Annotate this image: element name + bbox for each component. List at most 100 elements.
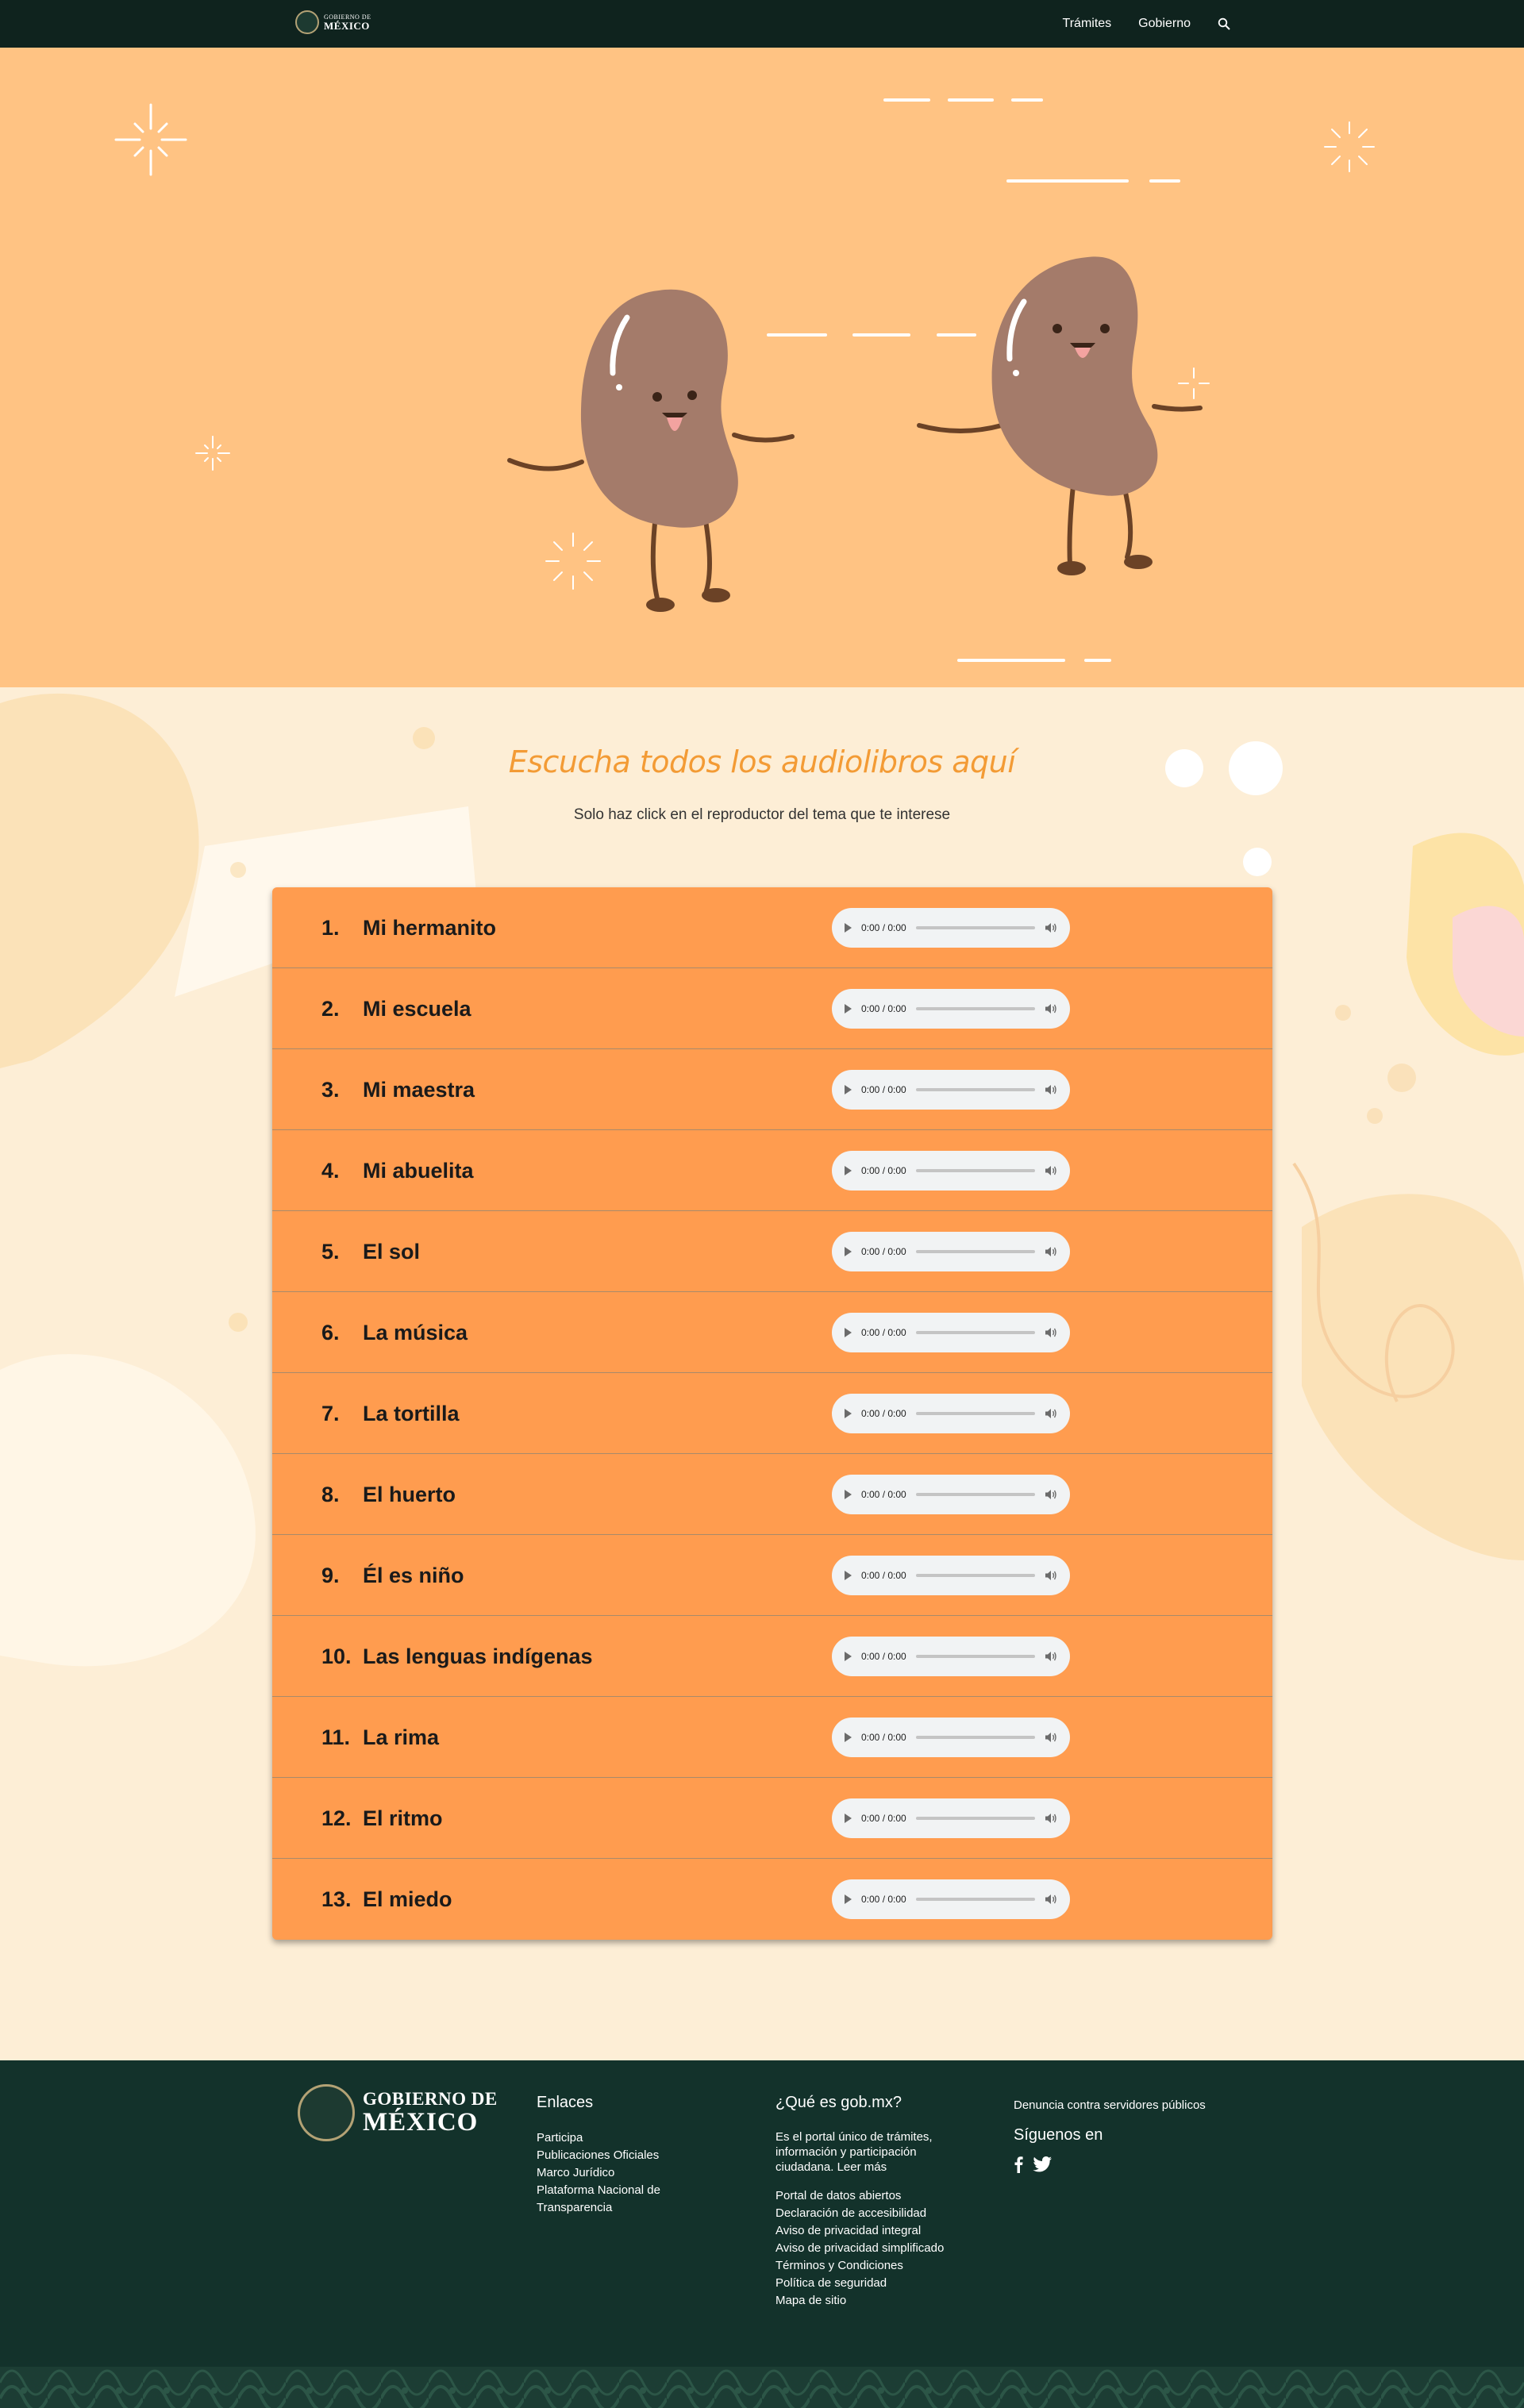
audiobook-title: El miedo <box>363 1887 452 1911</box>
audiobook-row: 1. Mi hermanito 0:00 / 0:00 <box>272 887 1272 968</box>
play-icon[interactable] <box>845 1247 852 1256</box>
volume-icon[interactable] <box>1045 1165 1057 1176</box>
play-icon[interactable] <box>845 923 852 933</box>
play-icon[interactable] <box>845 1490 852 1499</box>
audiobook-title: Mi maestra <box>363 1078 475 1102</box>
volume-icon[interactable] <box>1045 1246 1057 1257</box>
burst-icon <box>1324 121 1375 172</box>
audio-player[interactable]: 0:00 / 0:00 <box>832 1313 1070 1352</box>
audiobook-number: 3. <box>321 1078 340 1102</box>
gobierno-logo[interactable]: GOBIERNO DE MÉXICO <box>295 10 371 34</box>
audio-progress-bar[interactable] <box>915 1088 1035 1091</box>
footer-link-marco-juridico[interactable]: Marco Jurídico <box>537 2164 695 2182</box>
audiobook-title: Mi hermanito <box>363 916 497 940</box>
audiobook-title: Mi abuelita <box>363 1159 474 1183</box>
audio-player[interactable]: 0:00 / 0:00 <box>832 1879 1070 1919</box>
footer-link-plataforma[interactable]: Plataforma Nacional de <box>537 2182 695 2199</box>
audio-player[interactable]: 0:00 / 0:00 <box>832 989 1070 1029</box>
play-icon[interactable] <box>845 1166 852 1175</box>
audio-player[interactable]: 0:00 / 0:00 <box>832 908 1070 948</box>
audio-time: 0:00 / 0:00 <box>861 1084 906 1095</box>
section-title: Escucha todos los audiolibros aquí <box>508 744 1016 779</box>
volume-icon[interactable] <box>1045 922 1057 933</box>
play-icon[interactable] <box>845 1085 852 1094</box>
audiobook-title: Él es niño <box>363 1564 464 1587</box>
audio-time: 0:00 / 0:00 <box>861 1327 906 1338</box>
top-navbar: GOBIERNO DE MÉXICO Trámites Gobierno <box>0 0 1524 48</box>
footer-link-privacidad-integral[interactable]: Aviso de privacidad integral <box>775 2222 982 2240</box>
audio-player[interactable]: 0:00 / 0:00 <box>832 1637 1070 1676</box>
audiobook-number: 12. <box>321 1806 352 1830</box>
audio-player[interactable]: 0:00 / 0:00 <box>832 1394 1070 1433</box>
audio-progress-bar[interactable] <box>915 1007 1035 1010</box>
audio-progress-bar[interactable] <box>915 1817 1035 1820</box>
volume-icon[interactable] <box>1045 1813 1057 1824</box>
audio-progress-bar[interactable] <box>915 1493 1035 1496</box>
play-icon[interactable] <box>845 1571 852 1580</box>
volume-icon[interactable] <box>1045 1732 1057 1743</box>
siguenos-heading: Síguenos en <box>1014 2126 1103 2144</box>
footer-link-participa[interactable]: Participa <box>537 2129 695 2147</box>
audio-time: 0:00 / 0:00 <box>861 1570 906 1581</box>
play-icon[interactable] <box>845 1894 852 1904</box>
audio-progress-bar[interactable] <box>915 1898 1035 1901</box>
audiobook-row: 2. Mi escuela 0:00 / 0:00 <box>272 968 1272 1049</box>
audio-progress-bar[interactable] <box>915 1736 1035 1739</box>
footer-link-transparencia[interactable]: Transparencia <box>537 2199 695 2217</box>
audio-progress-bar[interactable] <box>915 1412 1035 1415</box>
audiobook-title: La tortilla <box>363 1402 460 1425</box>
audio-player[interactable]: 0:00 / 0:00 <box>832 1475 1070 1514</box>
audiobook-title: El sol <box>363 1240 421 1264</box>
volume-icon[interactable] <box>1045 1489 1057 1500</box>
twitter-icon[interactable] <box>1033 2156 1052 2175</box>
audio-progress-bar[interactable] <box>915 1331 1035 1334</box>
audiobook-row: 5. El sol 0:00 / 0:00 <box>272 1211 1272 1292</box>
volume-icon[interactable] <box>1045 1327 1057 1338</box>
audio-progress-bar[interactable] <box>915 1574 1035 1577</box>
audio-time: 0:00 / 0:00 <box>861 1732 906 1743</box>
enlaces-heading: Enlaces <box>537 2094 594 2111</box>
volume-icon[interactable] <box>1045 1894 1057 1905</box>
audio-player[interactable]: 0:00 / 0:00 <box>832 1151 1070 1191</box>
play-icon[interactable] <box>845 1652 852 1661</box>
nav-link-tramites[interactable]: Trámites <box>1063 17 1112 31</box>
play-icon[interactable] <box>845 1004 852 1014</box>
audio-player[interactable]: 0:00 / 0:00 <box>832 1556 1070 1595</box>
audio-player[interactable]: 0:00 / 0:00 <box>832 1718 1070 1757</box>
play-icon[interactable] <box>845 1409 852 1418</box>
search-icon[interactable] <box>1218 17 1230 30</box>
volume-icon[interactable] <box>1045 1651 1057 1662</box>
audiobook-number: 2. <box>321 997 340 1021</box>
footer-link-accesibilidad[interactable]: Declaración de accesibilidad <box>775 2205 982 2222</box>
audio-progress-bar[interactable] <box>915 926 1035 929</box>
footer-link-terminos[interactable]: Términos y Condiciones <box>775 2257 982 2275</box>
audio-progress-bar[interactable] <box>915 1655 1035 1658</box>
volume-icon[interactable] <box>1045 1084 1057 1095</box>
audio-progress-bar[interactable] <box>915 1250 1035 1253</box>
footer-link-denuncia[interactable]: Denuncia contra servidores públicos <box>1014 2098 1252 2114</box>
audio-player[interactable]: 0:00 / 0:00 <box>832 1798 1070 1838</box>
footer-link-privacidad-simplificado[interactable]: Aviso de privacidad simplificado <box>775 2240 982 2257</box>
footer-link-publicaciones[interactable]: Publicaciones Oficiales <box>537 2147 695 2164</box>
audiobook-title: El huerto <box>363 1483 456 1506</box>
audiobook-row: 12. El ritmo 0:00 / 0:00 <box>272 1778 1272 1859</box>
audiobook-number: 5. <box>321 1240 340 1264</box>
footer-logo[interactable]: GOBIERNO DE MÉXICO <box>298 2084 498 2141</box>
play-icon[interactable] <box>845 1814 852 1823</box>
facebook-icon[interactable] <box>1014 2156 1023 2176</box>
play-icon[interactable] <box>845 1733 852 1742</box>
footer-col-enlaces: Enlaces Participa Publicaciones Oficiale… <box>537 2094 695 2217</box>
audio-player[interactable]: 0:00 / 0:00 <box>832 1232 1070 1271</box>
play-icon[interactable] <box>845 1328 852 1337</box>
audiobooks-section: Escucha todos los audiolibros aquí Solo … <box>0 687 1524 2060</box>
audio-progress-bar[interactable] <box>915 1169 1035 1172</box>
volume-icon[interactable] <box>1045 1003 1057 1014</box>
volume-icon[interactable] <box>1045 1408 1057 1419</box>
nav-link-gobierno[interactable]: Gobierno <box>1138 17 1191 31</box>
footer-link-seguridad[interactable]: Política de seguridad <box>775 2275 982 2292</box>
footer-link-datos-abiertos[interactable]: Portal de datos abiertos <box>775 2187 982 2205</box>
volume-icon[interactable] <box>1045 1570 1057 1581</box>
audiobook-number: 11. <box>321 1725 351 1749</box>
footer-link-mapa-sitio[interactable]: Mapa de sitio <box>775 2292 982 2310</box>
audio-player[interactable]: 0:00 / 0:00 <box>832 1070 1070 1110</box>
